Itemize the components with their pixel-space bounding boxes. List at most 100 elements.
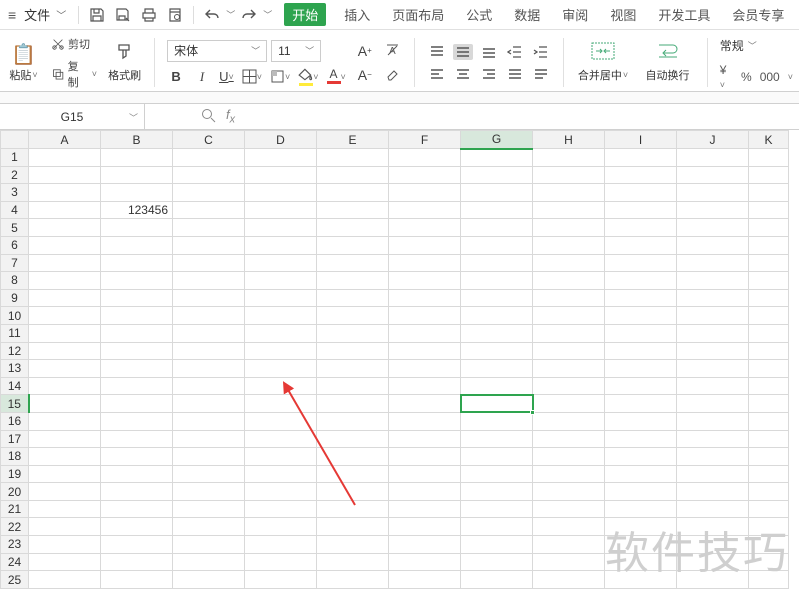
cell-B5[interactable] bbox=[101, 219, 173, 237]
cell-I8[interactable] bbox=[605, 272, 677, 290]
cell-F24[interactable] bbox=[389, 553, 461, 571]
cell-E14[interactable] bbox=[317, 377, 389, 395]
cell-H7[interactable] bbox=[533, 254, 605, 272]
cell-E3[interactable] bbox=[317, 184, 389, 202]
cell-D5[interactable] bbox=[245, 219, 317, 237]
cell-I25[interactable] bbox=[605, 571, 677, 589]
cell-A16[interactable] bbox=[29, 412, 101, 430]
cell-B4[interactable]: 123456 bbox=[101, 201, 173, 219]
currency-button[interactable]: ¥ ˅ bbox=[720, 63, 733, 91]
cell-A13[interactable] bbox=[29, 360, 101, 378]
cell-K15[interactable] bbox=[749, 395, 789, 413]
cell-F16[interactable] bbox=[389, 412, 461, 430]
file-menu[interactable]: 文件 bbox=[20, 5, 54, 24]
cell-J8[interactable] bbox=[677, 272, 749, 290]
cell-H25[interactable] bbox=[533, 571, 605, 589]
cell-J2[interactable] bbox=[677, 166, 749, 184]
cell-H20[interactable] bbox=[533, 483, 605, 501]
cell-A11[interactable] bbox=[29, 324, 101, 342]
cell-C15[interactable] bbox=[173, 395, 245, 413]
cell-I1[interactable] bbox=[605, 149, 677, 167]
cell-J22[interactable] bbox=[677, 518, 749, 536]
row-header-3[interactable]: 3 bbox=[1, 184, 29, 202]
name-box[interactable]: G15 ﹀ bbox=[0, 104, 145, 129]
underline-button[interactable]: U˅ bbox=[219, 68, 234, 86]
cell-H9[interactable] bbox=[533, 289, 605, 307]
cell-E9[interactable] bbox=[317, 289, 389, 307]
cell-H2[interactable] bbox=[533, 166, 605, 184]
col-header-D[interactable]: D bbox=[245, 131, 317, 149]
tab-view[interactable]: 视图 bbox=[606, 3, 640, 26]
cell-J16[interactable] bbox=[677, 412, 749, 430]
cell-K3[interactable] bbox=[749, 184, 789, 202]
cell-H15[interactable] bbox=[533, 395, 605, 413]
cell-J24[interactable] bbox=[677, 553, 749, 571]
cell-I6[interactable] bbox=[605, 236, 677, 254]
cell-J23[interactable] bbox=[677, 536, 749, 554]
col-header-H[interactable]: H bbox=[533, 131, 605, 149]
cell-C4[interactable] bbox=[173, 201, 245, 219]
cell-J15[interactable] bbox=[677, 395, 749, 413]
cell-H6[interactable] bbox=[533, 236, 605, 254]
cell-J11[interactable] bbox=[677, 324, 749, 342]
cell-I20[interactable] bbox=[605, 483, 677, 501]
cut-button[interactable]: 剪切 bbox=[51, 36, 97, 52]
cell-J3[interactable] bbox=[677, 184, 749, 202]
cell-K10[interactable] bbox=[749, 307, 789, 325]
cell-G24[interactable] bbox=[461, 553, 533, 571]
row-header-1[interactable]: 1 bbox=[1, 149, 29, 167]
cell-A14[interactable] bbox=[29, 377, 101, 395]
col-header-C[interactable]: C bbox=[173, 131, 245, 149]
cell-E1[interactable] bbox=[317, 149, 389, 167]
cell-E25[interactable] bbox=[317, 571, 389, 589]
row-header-13[interactable]: 13 bbox=[1, 360, 29, 378]
col-header-F[interactable]: F bbox=[389, 131, 461, 149]
cell-E19[interactable] bbox=[317, 465, 389, 483]
cell-A1[interactable] bbox=[29, 149, 101, 167]
cell-F20[interactable] bbox=[389, 483, 461, 501]
cell-F12[interactable] bbox=[389, 342, 461, 360]
cell-G7[interactable] bbox=[461, 254, 533, 272]
cell-K25[interactable] bbox=[749, 571, 789, 589]
cell-A8[interactable] bbox=[29, 272, 101, 290]
cell-A19[interactable] bbox=[29, 465, 101, 483]
cell-B25[interactable] bbox=[101, 571, 173, 589]
cell-K11[interactable] bbox=[749, 324, 789, 342]
cell-C24[interactable] bbox=[173, 553, 245, 571]
cell-F14[interactable] bbox=[389, 377, 461, 395]
cell-K6[interactable] bbox=[749, 236, 789, 254]
cell-A17[interactable] bbox=[29, 430, 101, 448]
cell-D12[interactable] bbox=[245, 342, 317, 360]
cancel-fx-icon[interactable] bbox=[201, 108, 216, 126]
cell-C17[interactable] bbox=[173, 430, 245, 448]
cell-F19[interactable] bbox=[389, 465, 461, 483]
cell-I12[interactable] bbox=[605, 342, 677, 360]
cell-H13[interactable] bbox=[533, 360, 605, 378]
cell-G18[interactable] bbox=[461, 448, 533, 466]
spreadsheet-grid[interactable]: ABCDEFGHIJK12341234565678910111213141516… bbox=[0, 130, 789, 589]
save-icon[interactable] bbox=[88, 6, 106, 24]
cell-J9[interactable] bbox=[677, 289, 749, 307]
increase-font-button[interactable]: A+ bbox=[356, 42, 374, 60]
col-header-A[interactable]: A bbox=[29, 131, 101, 149]
cell-J18[interactable] bbox=[677, 448, 749, 466]
cell-H1[interactable] bbox=[533, 149, 605, 167]
cell-B17[interactable] bbox=[101, 430, 173, 448]
cell-F18[interactable] bbox=[389, 448, 461, 466]
cell-A5[interactable] bbox=[29, 219, 101, 237]
cell-E7[interactable] bbox=[317, 254, 389, 272]
chevron-down-icon[interactable]: ˅ bbox=[788, 72, 793, 82]
cell-E8[interactable] bbox=[317, 272, 389, 290]
cell-F2[interactable] bbox=[389, 166, 461, 184]
cell-A15[interactable] bbox=[29, 395, 101, 413]
cell-K1[interactable] bbox=[749, 149, 789, 167]
tab-review[interactable]: 审阅 bbox=[558, 3, 592, 26]
tab-start[interactable]: 开始 bbox=[284, 3, 326, 26]
cell-C14[interactable] bbox=[173, 377, 245, 395]
cell-B21[interactable] bbox=[101, 500, 173, 518]
fill-handle[interactable] bbox=[530, 410, 535, 415]
cell-F4[interactable] bbox=[389, 201, 461, 219]
cell-D21[interactable] bbox=[245, 500, 317, 518]
cell-D20[interactable] bbox=[245, 483, 317, 501]
cell-C7[interactable] bbox=[173, 254, 245, 272]
